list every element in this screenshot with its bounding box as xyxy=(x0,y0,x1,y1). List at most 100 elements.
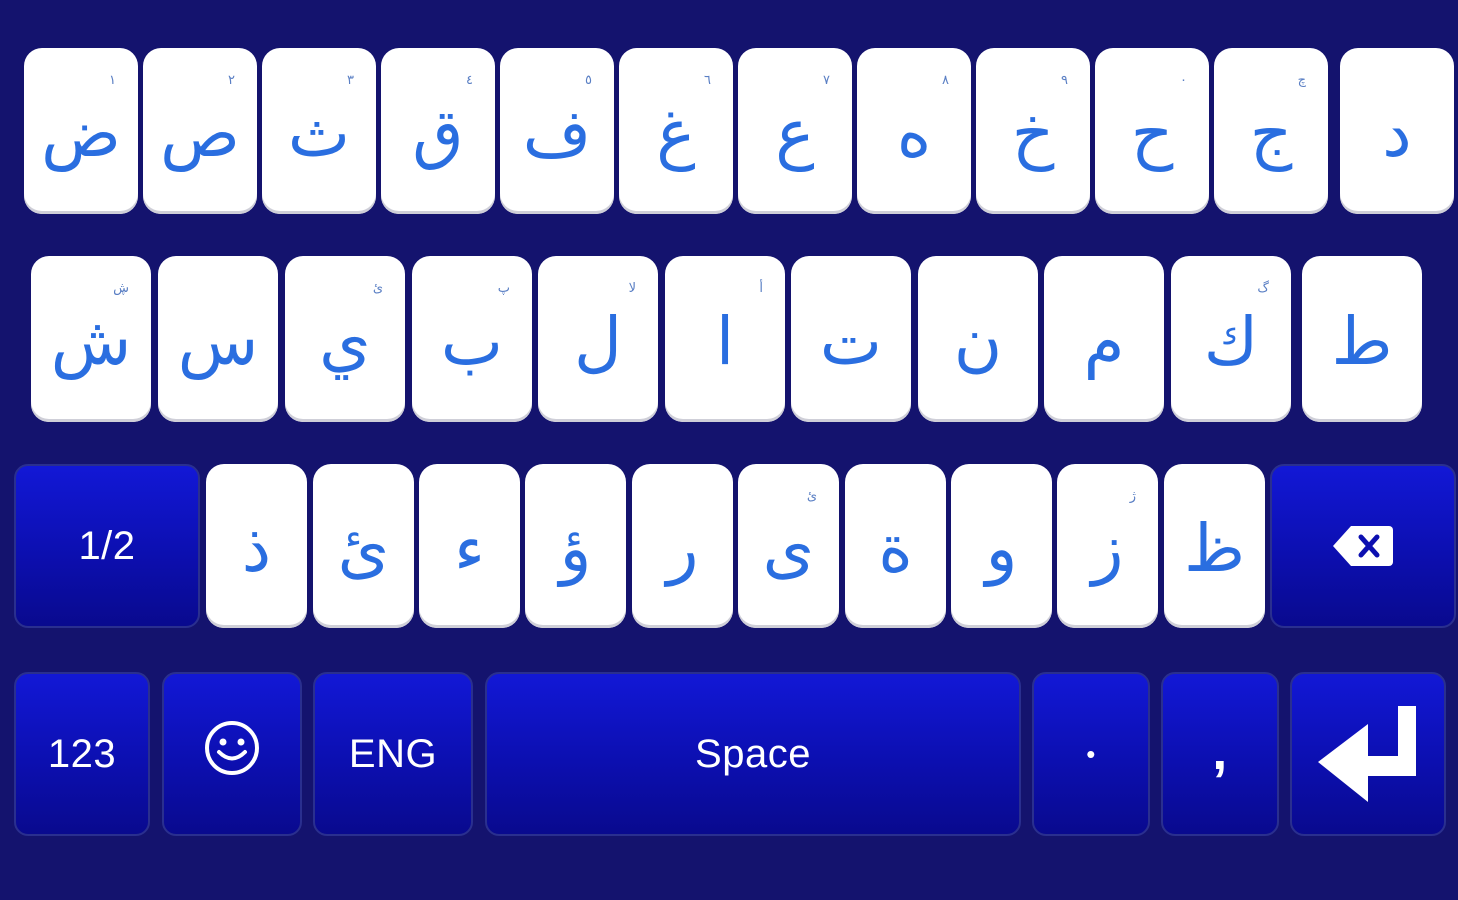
key-hint: ئ xyxy=(372,281,383,296)
key-ha[interactable]: ه ٨ xyxy=(857,48,971,214)
key-label: ى xyxy=(762,510,815,587)
key-ra[interactable]: ر xyxy=(632,464,733,628)
key-hint: ٥ xyxy=(585,73,592,88)
key-kha[interactable]: خ ٩ xyxy=(976,48,1090,214)
period-label: • xyxy=(1086,738,1096,769)
key-sad[interactable]: ص ٢ xyxy=(143,48,257,214)
key-hint: أ xyxy=(759,281,763,296)
key-label: ع xyxy=(775,95,815,172)
key-hint: ٨ xyxy=(942,73,949,88)
key-waw-hamza[interactable]: ؤ xyxy=(525,464,626,628)
key-tha[interactable]: ث ٣ xyxy=(262,48,376,214)
key-ghain[interactable]: غ ٦ xyxy=(619,48,733,214)
key-hint: ڜ xyxy=(113,281,129,296)
key-alif[interactable]: ا أ xyxy=(665,256,785,422)
numbers-label: 123 xyxy=(47,731,117,776)
key-label: ر xyxy=(666,510,699,587)
key-label: ك xyxy=(1203,303,1259,380)
key-label: ؤ xyxy=(559,510,592,587)
enter-key[interactable] xyxy=(1290,672,1446,836)
key-qaf[interactable]: ق ٤ xyxy=(381,48,495,214)
smiley-icon xyxy=(203,719,261,777)
key-label: خ xyxy=(1011,95,1055,172)
space-key[interactable]: Space xyxy=(485,672,1021,836)
key-label: س xyxy=(177,303,259,380)
key-label: ص xyxy=(160,95,240,172)
backspace-key[interactable] xyxy=(1270,464,1456,628)
key-hint: ٧ xyxy=(823,73,830,88)
key-label: د xyxy=(1382,95,1412,172)
key-ba[interactable]: ب پ xyxy=(412,256,532,422)
key-ta-marbuta[interactable]: ة xyxy=(845,464,946,628)
keyboard: ض ١ ص ٢ ث ٣ ق ٤ ف ٥ غ ٦ ع ٧ ه ٨ خ ٩ ح ٠ … xyxy=(0,0,1458,900)
key-label: ة xyxy=(878,510,913,587)
key-dhal[interactable]: ذ xyxy=(206,464,307,628)
key-hint: پ xyxy=(497,281,510,296)
key-nun[interactable]: ن xyxy=(918,256,1038,422)
key-label: ح xyxy=(1130,95,1174,172)
key-label: ف xyxy=(522,95,592,172)
key-label: ذ xyxy=(241,510,272,587)
key-label: و xyxy=(985,510,1018,587)
key-label: ج xyxy=(1249,95,1293,172)
key-dad[interactable]: ض ١ xyxy=(24,48,138,214)
key-label: ث xyxy=(287,95,351,172)
key-hint: ئ xyxy=(806,489,817,504)
page-toggle-key[interactable]: 1/2 xyxy=(14,464,200,628)
key-label: ظ xyxy=(1183,510,1246,587)
key-label: ل xyxy=(574,303,622,380)
key-label: ء xyxy=(453,510,486,587)
key-hint: گ xyxy=(1257,281,1269,296)
key-label: ي xyxy=(319,303,371,380)
key-hamza[interactable]: ء xyxy=(419,464,520,628)
key-hint: ٣ xyxy=(347,73,354,88)
comma-label: , xyxy=(1212,721,1228,781)
key-hint: ژ xyxy=(1129,489,1136,504)
key-lam[interactable]: ل لا xyxy=(538,256,658,422)
key-hint: ٢ xyxy=(228,73,235,88)
key-waw[interactable]: و xyxy=(951,464,1052,628)
key-hha[interactable]: ح ٠ xyxy=(1095,48,1209,214)
key-label: م xyxy=(1083,303,1125,380)
key-label: ئ xyxy=(337,510,390,587)
key-jim[interactable]: ج چ xyxy=(1214,48,1328,214)
key-mim[interactable]: م xyxy=(1044,256,1164,422)
key-zay[interactable]: ز ژ xyxy=(1057,464,1158,628)
language-key[interactable]: ENG xyxy=(313,672,473,836)
key-zah[interactable]: ظ xyxy=(1164,464,1265,628)
key-ya[interactable]: ي ئ xyxy=(285,256,405,422)
numbers-key[interactable]: 123 xyxy=(14,672,150,836)
space-label: Space xyxy=(695,731,811,776)
backspace-icon xyxy=(1331,522,1395,570)
key-label: ض xyxy=(41,95,121,172)
key-hint: ١ xyxy=(109,73,116,88)
language-label: ENG xyxy=(348,731,438,776)
key-label: ت xyxy=(819,303,883,380)
period-key[interactable]: • xyxy=(1032,672,1150,836)
key-label: ه xyxy=(896,95,932,172)
key-hint: ٠ xyxy=(1180,73,1187,88)
key-label: ا xyxy=(715,303,735,380)
comma-key[interactable]: , xyxy=(1161,672,1279,836)
key-kaf[interactable]: ك گ xyxy=(1171,256,1291,422)
key-label: ش xyxy=(50,303,132,380)
key-dal[interactable]: د xyxy=(1340,48,1454,214)
key-label: ن xyxy=(953,303,1003,380)
key-label: ق xyxy=(412,95,464,172)
key-tah[interactable]: ط xyxy=(1302,256,1422,422)
key-label: ط xyxy=(1331,303,1393,380)
key-label: ز xyxy=(1091,510,1124,587)
key-hint: لا xyxy=(628,281,636,296)
key-label: غ xyxy=(656,95,696,172)
key-ya-hamza[interactable]: ئ xyxy=(313,464,414,628)
key-ain[interactable]: ع ٧ xyxy=(738,48,852,214)
key-alif-maqsura[interactable]: ى ئ xyxy=(738,464,839,628)
key-shin[interactable]: ش ڜ xyxy=(31,256,151,422)
key-ta[interactable]: ت xyxy=(791,256,911,422)
page-toggle-label: 1/2 xyxy=(78,523,136,568)
key-fa[interactable]: ف ٥ xyxy=(500,48,614,214)
key-hint: ٤ xyxy=(466,73,473,88)
emoji-key[interactable] xyxy=(162,672,302,836)
key-label: ب xyxy=(440,303,504,380)
key-sin[interactable]: س xyxy=(158,256,278,422)
